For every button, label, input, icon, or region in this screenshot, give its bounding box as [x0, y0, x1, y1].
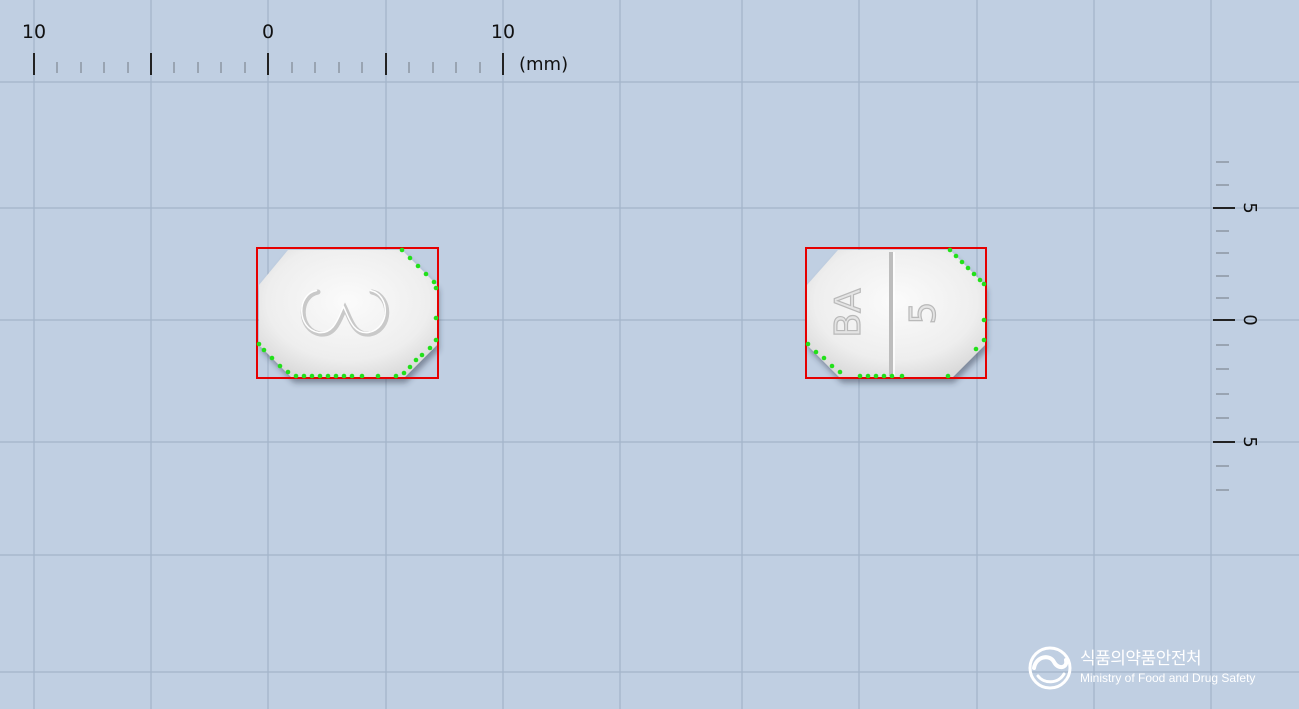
top-ruler: 10 0 10 (mm) — [22, 21, 568, 75]
agency-name-korean: 식품의약품안전처 — [1080, 649, 1202, 669]
right-ruler-label-0: 0 — [1239, 314, 1260, 325]
tablet-back: BA 5 — [805, 247, 987, 379]
tablet-back-imprint-5: 5 — [903, 302, 944, 325]
top-ruler-label-0: 0 — [262, 21, 274, 43]
right-ruler-label-top-5: 5 — [1239, 202, 1260, 213]
right-ruler-label-bottom-5: 5 — [1239, 436, 1260, 447]
mfds-emblem-icon — [1028, 646, 1072, 690]
top-ruler-unit-label: (mm) — [519, 54, 568, 75]
top-ruler-label-right-10: 10 — [491, 21, 515, 43]
right-ruler: 5 0 5 — [1213, 161, 1260, 491]
tablet-front — [256, 247, 439, 379]
agency-name-english: Ministry of Food and Drug Safety — [1080, 671, 1256, 685]
top-ruler-label-left-10: 10 — [22, 21, 46, 43]
tablet-back-imprint-ba: BA — [828, 288, 869, 338]
pill-identification-canvas: 10 0 10 (mm) 5 0 5 BA 5 — [0, 0, 1299, 709]
background-grid — [0, 0, 1299, 709]
